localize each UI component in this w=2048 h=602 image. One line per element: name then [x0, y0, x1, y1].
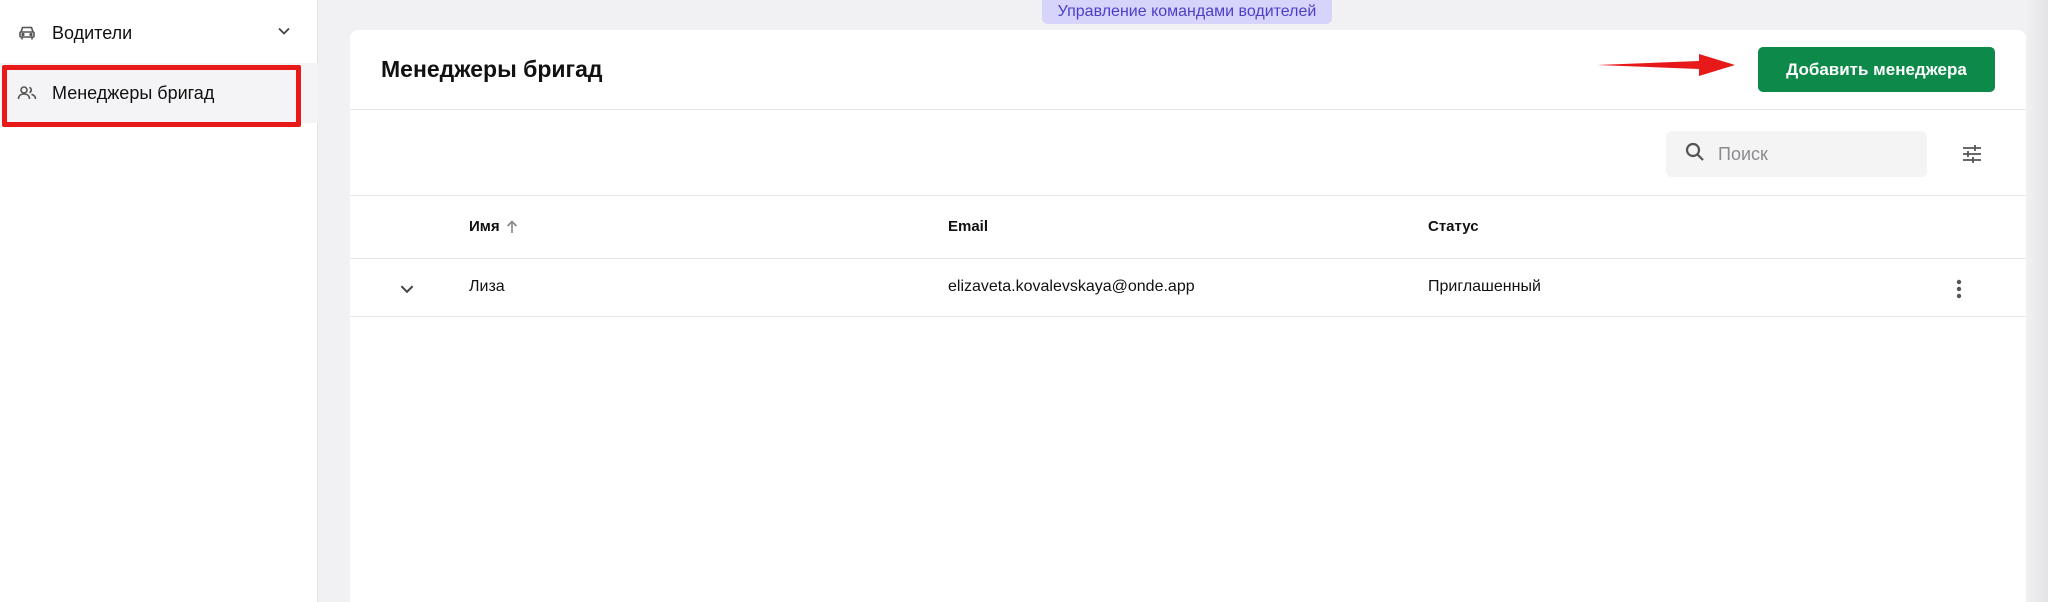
chevron-down-icon [400, 285, 414, 294]
cell-email: elizaveta.kovalevskaya@onde.app [948, 278, 1195, 295]
car-icon [16, 22, 38, 44]
more-vertical-icon [1956, 279, 1962, 299]
edge-shadow [2026, 0, 2048, 602]
section-banner: Управление командами водителей [1042, 0, 1332, 24]
sidebar-item-drivers[interactable]: Водители [0, 3, 318, 63]
search-box[interactable] [1666, 131, 1927, 177]
add-manager-button[interactable]: Добавить менеджера [1758, 47, 1995, 92]
column-header-email[interactable]: Email [948, 218, 988, 235]
chevron-down-icon[interactable] [276, 23, 292, 44]
users-icon [16, 82, 38, 104]
sliders-icon [1963, 145, 1981, 163]
table-toolbar [350, 110, 2026, 196]
column-header-label: Статус [1428, 218, 1479, 235]
annotation-arrow-icon [1597, 54, 1735, 76]
sidebar-item-team-managers[interactable]: Менеджеры бригад [0, 63, 318, 123]
sidebar: Водители Менеджеры бригад [0, 0, 318, 602]
cell-status: Приглашенный [1428, 278, 1541, 295]
filter-settings-button[interactable] [1958, 140, 1986, 168]
column-header-status[interactable]: Статус [1428, 218, 1479, 235]
sidebar-item-label: Водители [52, 22, 133, 43]
card-header: Менеджеры бригад Добавить менеджера [350, 30, 2026, 110]
search-icon [1684, 141, 1706, 168]
expand-row-button[interactable] [394, 276, 420, 302]
table-header: Имя Email Статус [350, 196, 2026, 259]
search-input[interactable] [1718, 143, 1918, 165]
arrow-up-icon [504, 219, 520, 235]
sidebar-item-label: Менеджеры бригад [52, 82, 215, 103]
column-header-label: Имя [469, 218, 500, 235]
column-header-label: Email [948, 218, 989, 235]
cell-name: Лиза [469, 278, 505, 295]
table-row[interactable]: Лиза elizaveta.kovalevskaya@onde.app При… [350, 260, 2026, 317]
main-card: Менеджеры бригад Добавить менеджера Имя [350, 30, 2026, 602]
page-title: Менеджеры бригад [381, 56, 603, 82]
column-header-name[interactable]: Имя [469, 218, 520, 235]
row-actions-button[interactable] [1946, 276, 1972, 302]
